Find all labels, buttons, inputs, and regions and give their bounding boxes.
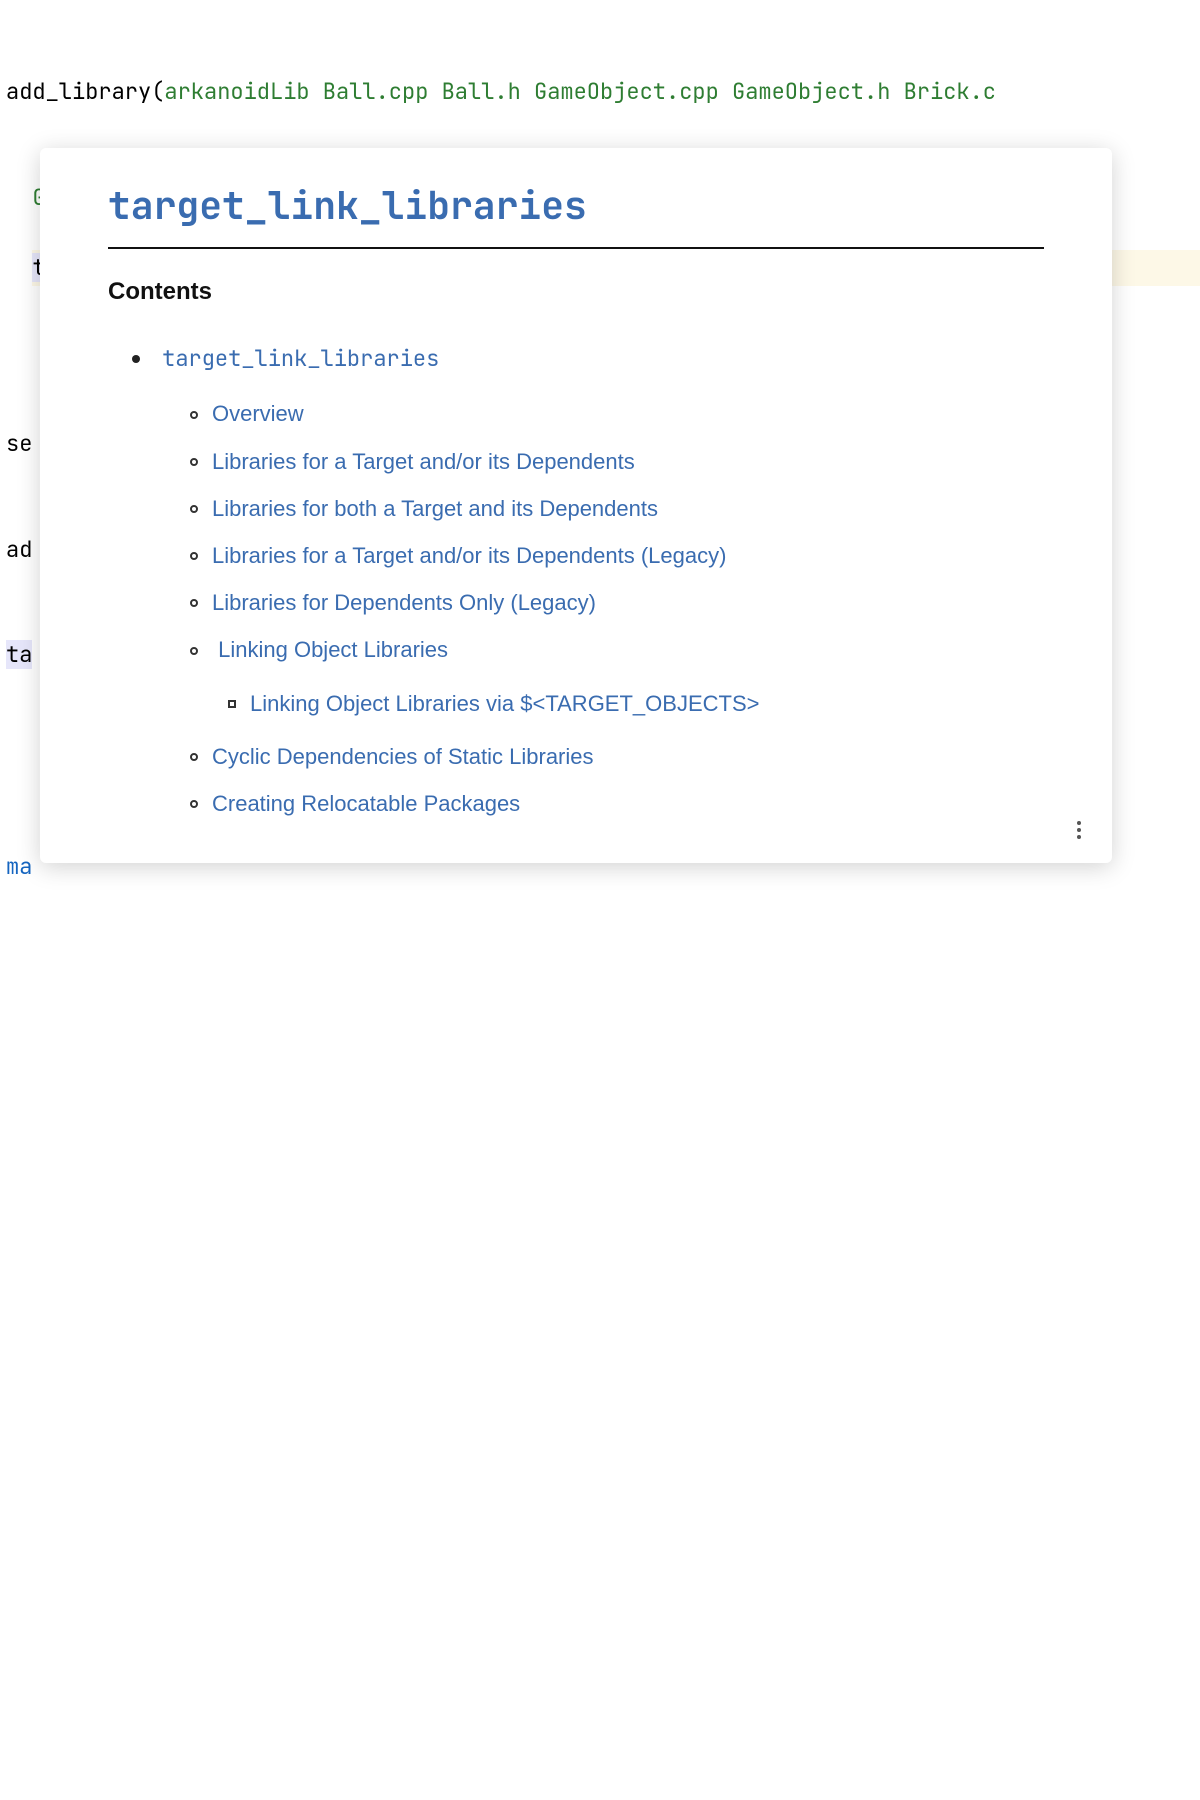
doc-title: target_link_libraries <box>108 176 1044 249</box>
toc-link-libs-both[interactable]: Libraries for both a Target and its Depe… <box>212 496 658 521</box>
code-line[interactable] <box>6 1482 1194 1517</box>
toc-link-overview[interactable]: Overview <box>212 401 304 426</box>
toc-sub: Overview Libraries for a Target and/or i… <box>132 396 1044 821</box>
toc-link-linking-via-target-objects[interactable]: Linking Object Libraries via $<TARGET_OB… <box>250 691 759 716</box>
code-line[interactable] <box>6 1271 1194 1306</box>
toc-link-libs-legacy[interactable]: Libraries for a Target and/or its Depend… <box>212 543 726 568</box>
toc-link-cyclic-deps[interactable]: Cyclic Dependencies of Static Libraries <box>212 744 594 769</box>
toc-link-root[interactable]: target_link_libraries <box>162 344 439 373</box>
toc-link-relocatable-packages[interactable]: Creating Relocatable Packages <box>212 791 520 816</box>
code-line[interactable] <box>6 1693 1194 1728</box>
code-line[interactable] <box>6 1587 1194 1622</box>
code-line[interactable] <box>6 1060 1194 1095</box>
code-line[interactable] <box>6 1799 1194 1800</box>
toc-link-libs-dependents-only-legacy[interactable]: Libraries for Dependents Only (Legacy) <box>212 590 596 615</box>
toc-link-libs-target-dependents[interactable]: Libraries for a Target and/or its Depend… <box>212 449 635 474</box>
code-line[interactable]: add_library(arkanoidLib Ball.cpp Ball.h … <box>6 74 1194 109</box>
code-line[interactable] <box>6 1376 1194 1411</box>
code-line[interactable] <box>6 954 1194 989</box>
toc-link-linking-object-libs[interactable]: Linking Object Libraries <box>218 637 448 662</box>
more-options-icon[interactable] <box>1068 819 1090 841</box>
contents-heading: Contents <box>108 273 1044 311</box>
toc-sub2: Linking Object Libraries via $<TARGET_OB… <box>190 686 1044 721</box>
documentation-popup: target_link_libraries Contents target_li… <box>40 148 1112 863</box>
toc-root: target_link_libraries Overview Libraries… <box>108 341 1044 821</box>
code-line[interactable] <box>6 1165 1194 1200</box>
